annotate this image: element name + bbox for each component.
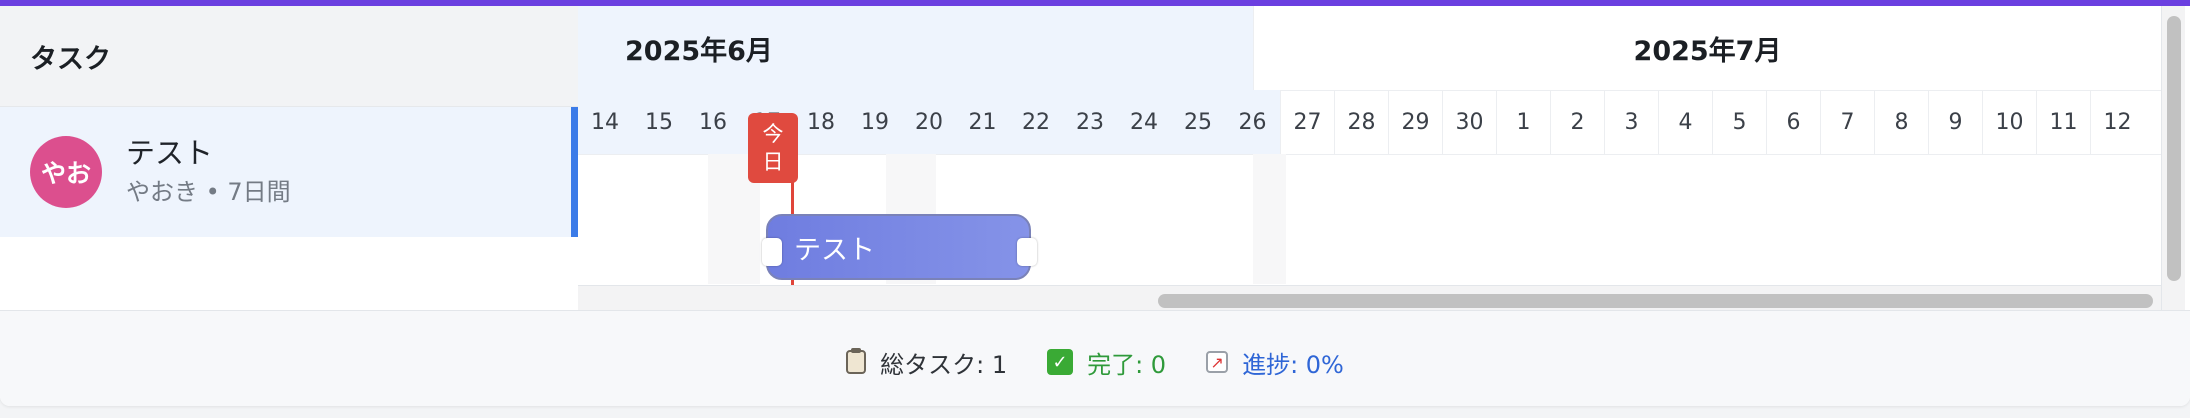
today-label: 日	[762, 150, 784, 174]
day-cell: 8	[1874, 90, 1928, 154]
day-cell: 20	[902, 90, 956, 154]
progress-text: 進捗: 0%	[1242, 350, 1344, 379]
day-cell: 2	[1550, 90, 1604, 154]
summary-footer: 総タスク: 1 ✓ 完了: 0 ↗ 進捗: 0%	[0, 310, 2190, 406]
vertical-scrollbar[interactable]	[2161, 6, 2185, 310]
weekend-shade	[1253, 154, 1286, 284]
gantt-app: タスク やお テスト やおき • 7日間 2025年6月 2025年7月 14 1…	[0, 0, 2190, 406]
month-label: 2025年7月	[1253, 6, 2161, 90]
horizontal-scrollbar[interactable]	[578, 285, 2161, 310]
day-row: 1415161718192021222324252627282930123456…	[578, 90, 2161, 155]
task-bar-label: テスト	[794, 234, 875, 266]
day-cell: 1	[1496, 90, 1550, 154]
progress-stat: ↗ 進捗: 0%	[1206, 345, 1344, 380]
day-cell: 29	[1388, 90, 1442, 154]
timeline[interactable]: 2025年6月 2025年7月 141516171819202122232425…	[578, 6, 2161, 310]
task-list-panel: タスク やお テスト やおき • 7日間	[0, 6, 579, 310]
horizontal-scroll-thumb[interactable]	[1158, 294, 2153, 308]
day-cell: 24	[1117, 90, 1171, 154]
today-label: 今	[762, 122, 784, 146]
day-cell: 21	[956, 90, 1009, 154]
day-cell: 9	[1928, 90, 1982, 154]
day-cell: 11	[2036, 90, 2090, 154]
day-cell: 12	[2090, 90, 2144, 154]
day-cell: 15	[632, 90, 686, 154]
day-cell: 3	[1604, 90, 1658, 154]
today-marker: 今 日	[748, 113, 798, 183]
total-text: 総タスク: 1	[880, 350, 1008, 379]
month-row: 2025年6月 2025年7月	[578, 6, 2161, 91]
month-label: 2025年6月	[578, 6, 1253, 90]
selected-indicator	[571, 107, 578, 237]
day-cell: 23	[1063, 90, 1117, 154]
done-stat: ✓ 完了: 0	[1047, 345, 1166, 380]
day-cell: 25	[1171, 90, 1225, 154]
day-cell: 27	[1280, 90, 1334, 154]
task-row[interactable]: やお テスト やおき • 7日間	[0, 107, 578, 237]
resize-handle-left[interactable]	[762, 238, 782, 266]
resize-handle-right[interactable]	[1017, 238, 1037, 266]
task-info: テスト やおき • 7日間	[126, 134, 291, 210]
day-cell: 14	[578, 90, 632, 154]
day-cell: 16	[686, 90, 740, 154]
day-cell: 4	[1658, 90, 1712, 154]
day-cell: 28	[1334, 90, 1388, 154]
day-cell: 7	[1820, 90, 1874, 154]
day-cell: 22	[1009, 90, 1063, 154]
chart-icon: ↗	[1206, 351, 1229, 373]
vertical-scroll-thumb[interactable]	[2167, 16, 2181, 281]
day-cell: 5	[1712, 90, 1766, 154]
day-cell: 10	[1982, 90, 2036, 154]
day-cell: 18	[794, 90, 848, 154]
task-meta: やおき • 7日間	[126, 178, 291, 206]
avatar: やお	[30, 136, 102, 208]
done-text: 完了: 0	[1087, 350, 1167, 379]
day-cell: 6	[1766, 90, 1820, 154]
task-name: テスト	[126, 136, 214, 170]
day-cell: 30	[1442, 90, 1496, 154]
total-stat: 総タスク: 1	[846, 345, 1007, 380]
clipboard-icon	[846, 348, 867, 374]
day-cell: 26	[1225, 90, 1280, 154]
task-list-header: タスク	[0, 6, 578, 107]
check-icon: ✓	[1047, 349, 1074, 375]
task-bar[interactable]: テスト	[762, 214, 1037, 280]
day-cell: 19	[848, 90, 902, 154]
